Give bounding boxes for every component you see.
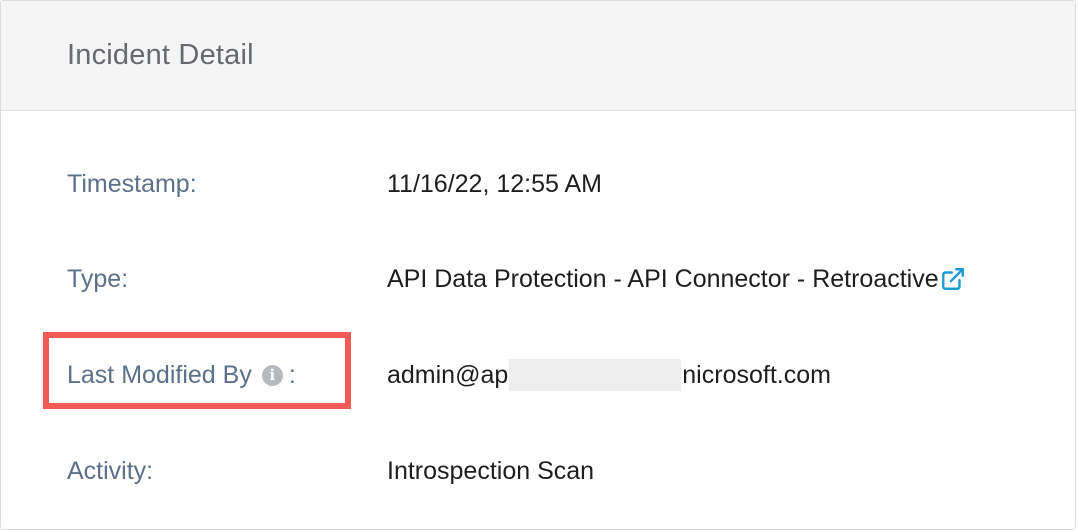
activity-value: Introspection Scan	[387, 457, 595, 485]
type-value: API Data Protection - API Connector - Re…	[387, 265, 939, 293]
incident-detail-panel: Incident Detail Timestamp: 11/16/22, 12:…	[0, 0, 1076, 530]
email-suffix: nicrosoft.com	[682, 361, 831, 389]
external-link-icon[interactable]	[940, 266, 966, 292]
type-label: Type:	[67, 265, 129, 293]
timestamp-row: Timestamp: 11/16/22, 12:55 AM	[1, 164, 1075, 204]
timestamp-value: 11/16/22, 12:55 AM	[387, 170, 602, 198]
highlight-annotation-box	[43, 332, 351, 409]
last-modified-by-value: admin@ap nicrosoft.com	[387, 355, 831, 395]
email-prefix: admin@ap	[387, 361, 509, 389]
activity-label: Activity:	[67, 457, 154, 485]
type-value-wrap: API Data Protection - API Connector - Re…	[387, 259, 966, 299]
activity-row: Activity: Introspection Scan	[1, 451, 1075, 491]
redacted-block	[509, 359, 682, 391]
panel-title: Incident Detail	[67, 39, 254, 71]
timestamp-label: Timestamp:	[67, 170, 197, 198]
type-row: Type: API Data Protection - API Connecto…	[1, 259, 1075, 299]
panel-header: Incident Detail	[1, 1, 1075, 111]
